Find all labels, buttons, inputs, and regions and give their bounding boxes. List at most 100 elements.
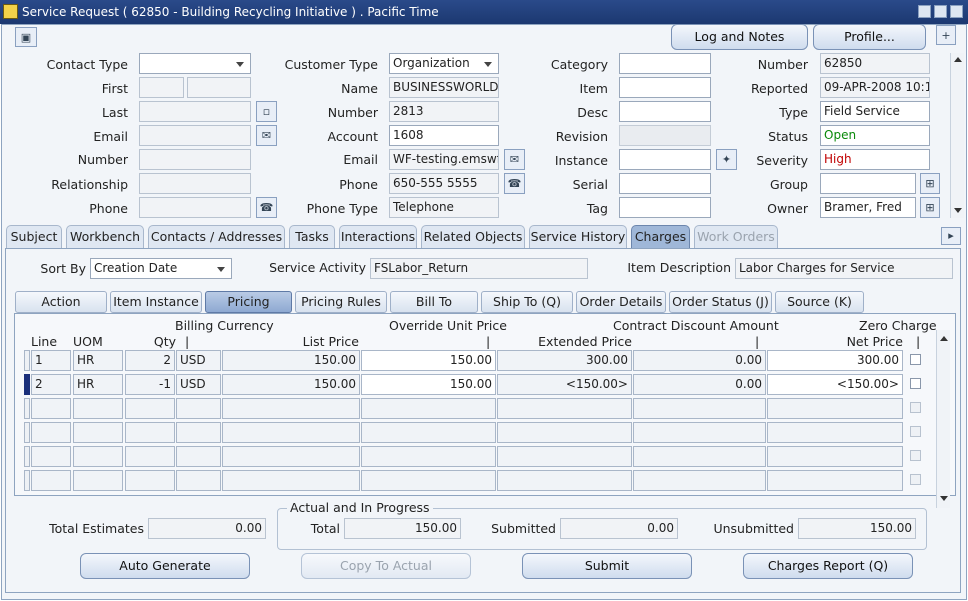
status-input[interactable]: Open [820, 125, 930, 146]
expand-icon[interactable]: + [936, 25, 956, 45]
empty-cell[interactable] [767, 422, 903, 443]
empty-cell[interactable] [361, 422, 496, 443]
item-description-input[interactable]: Labor Charges for Service [735, 258, 953, 279]
cell-override-price[interactable]: 150.00 [361, 374, 496, 395]
cell-qty[interactable]: 2 [125, 350, 175, 371]
zero-charge-checkbox[interactable] [910, 474, 921, 485]
cell-currency[interactable]: USD [176, 374, 221, 395]
cell-list-price[interactable]: 150.00 [222, 374, 360, 395]
empty-cell[interactable] [222, 470, 360, 491]
row-selector[interactable] [24, 398, 30, 419]
total-estimates-input[interactable]: 0.00 [148, 518, 266, 539]
subtab-ship-to[interactable]: Ship To (Q) [481, 291, 573, 313]
tab-tasks[interactable]: Tasks [289, 225, 335, 249]
contact-number-input[interactable] [139, 149, 251, 170]
empty-cell[interactable] [125, 446, 175, 467]
row-selector[interactable] [24, 374, 30, 395]
empty-cell[interactable] [176, 398, 221, 419]
empty-cell[interactable] [73, 446, 123, 467]
contact-email-input[interactable] [139, 125, 251, 146]
empty-cell[interactable] [767, 446, 903, 467]
tab-service-history[interactable]: Service History [529, 225, 627, 249]
empty-cell[interactable] [497, 398, 632, 419]
empty-cell[interactable] [497, 422, 632, 443]
account-input[interactable]: 1608 [389, 125, 499, 146]
cell-uom[interactable]: HR [73, 374, 123, 395]
total-input[interactable]: 150.00 [344, 518, 461, 539]
cell-line[interactable]: 2 [31, 374, 71, 395]
customer-email-input[interactable]: WF-testing.emswf. [389, 149, 499, 170]
empty-cell[interactable] [31, 422, 71, 443]
group-input[interactable] [820, 173, 916, 194]
empty-cell[interactable] [633, 470, 766, 491]
cell-discount[interactable]: 0.00 [633, 374, 766, 395]
zero-charge-checkbox[interactable] [910, 426, 921, 437]
customer-number-input[interactable]: 2813 [389, 101, 499, 122]
empty-cell[interactable] [497, 446, 632, 467]
owner-lookup-icon[interactable]: ⊞ [920, 197, 940, 218]
subtab-pricing[interactable]: Pricing [205, 291, 292, 313]
maximize-icon[interactable] [934, 5, 947, 18]
cell-uom[interactable]: HR [73, 350, 123, 371]
empty-cell[interactable] [767, 398, 903, 419]
cell-currency[interactable]: USD [176, 350, 221, 371]
subtab-source[interactable]: Source (K) [775, 291, 864, 313]
charges-report-button[interactable]: Charges Report (Q) [743, 553, 913, 579]
tab-workbench[interactable]: Workbench [66, 225, 144, 249]
empty-cell[interactable] [31, 446, 71, 467]
contact-type-select[interactable] [139, 53, 251, 74]
zero-charge-checkbox[interactable] [910, 354, 921, 365]
serial-input[interactable] [619, 173, 711, 194]
relationship-input[interactable] [139, 173, 251, 194]
grid-scrollbar[interactable] [936, 330, 950, 508]
cell-extended-price[interactable]: 300.00 [497, 350, 632, 371]
severity-input[interactable]: High [820, 149, 930, 170]
contact-phone-input[interactable] [139, 197, 251, 218]
submit-button[interactable]: Submit [522, 553, 692, 579]
empty-cell[interactable] [125, 470, 175, 491]
empty-cell[interactable] [361, 398, 496, 419]
scroll-down-icon[interactable] [940, 496, 948, 501]
tab-contacts-addresses[interactable]: Contacts / Addresses [148, 225, 285, 249]
cell-override-price[interactable]: 150.00 [361, 350, 496, 371]
tab-work-orders[interactable]: Work Orders [694, 225, 778, 249]
row-selector[interactable] [24, 470, 30, 491]
empty-cell[interactable] [222, 398, 360, 419]
empty-cell[interactable] [176, 446, 221, 467]
scroll-up-icon[interactable] [940, 336, 948, 341]
middle-name-input[interactable] [187, 77, 251, 98]
customer-phone-input[interactable]: 650-555 5555 [389, 173, 499, 194]
desc-input[interactable] [619, 101, 711, 122]
empty-cell[interactable] [767, 470, 903, 491]
header-scrollbar[interactable] [950, 53, 964, 218]
request-number-input[interactable]: 62850 [820, 53, 930, 74]
empty-cell[interactable] [222, 422, 360, 443]
tag-input[interactable] [619, 197, 711, 218]
row-selector[interactable] [24, 422, 30, 443]
zero-charge-checkbox[interactable] [910, 402, 921, 413]
folder-icon[interactable]: ▣ [15, 27, 37, 47]
empty-cell[interactable] [73, 422, 123, 443]
empty-cell[interactable] [633, 446, 766, 467]
cell-net-price[interactable]: <150.00> [767, 374, 903, 395]
customer-type-select[interactable]: Organization [389, 53, 499, 74]
tab-charges[interactable]: Charges [631, 225, 690, 249]
subtab-order-status[interactable]: Order Status (J) [669, 291, 772, 313]
service-activity-input[interactable]: FSLabor_Return [370, 258, 588, 279]
customer-name-input[interactable]: BUSINESSWORLD [389, 77, 499, 98]
item-input[interactable] [619, 77, 711, 98]
subtab-item-instance[interactable]: Item Instance [110, 291, 202, 313]
last-name-input[interactable] [139, 101, 251, 122]
request-type-input[interactable]: Field Service [820, 101, 930, 122]
cell-list-price[interactable]: 150.00 [222, 350, 360, 371]
row-selector[interactable] [24, 446, 30, 467]
empty-cell[interactable] [222, 446, 360, 467]
empty-cell[interactable] [125, 398, 175, 419]
empty-cell[interactable] [31, 398, 71, 419]
submitted-input[interactable]: 0.00 [560, 518, 678, 539]
owner-input[interactable]: Bramer, Fred [820, 197, 916, 218]
tabs-next-icon[interactable]: ▸ [941, 227, 961, 245]
subtab-pricing-rules[interactable]: Pricing Rules [295, 291, 387, 313]
tab-interactions[interactable]: Interactions [339, 225, 417, 249]
group-lookup-icon[interactable]: ⊞ [920, 173, 940, 194]
